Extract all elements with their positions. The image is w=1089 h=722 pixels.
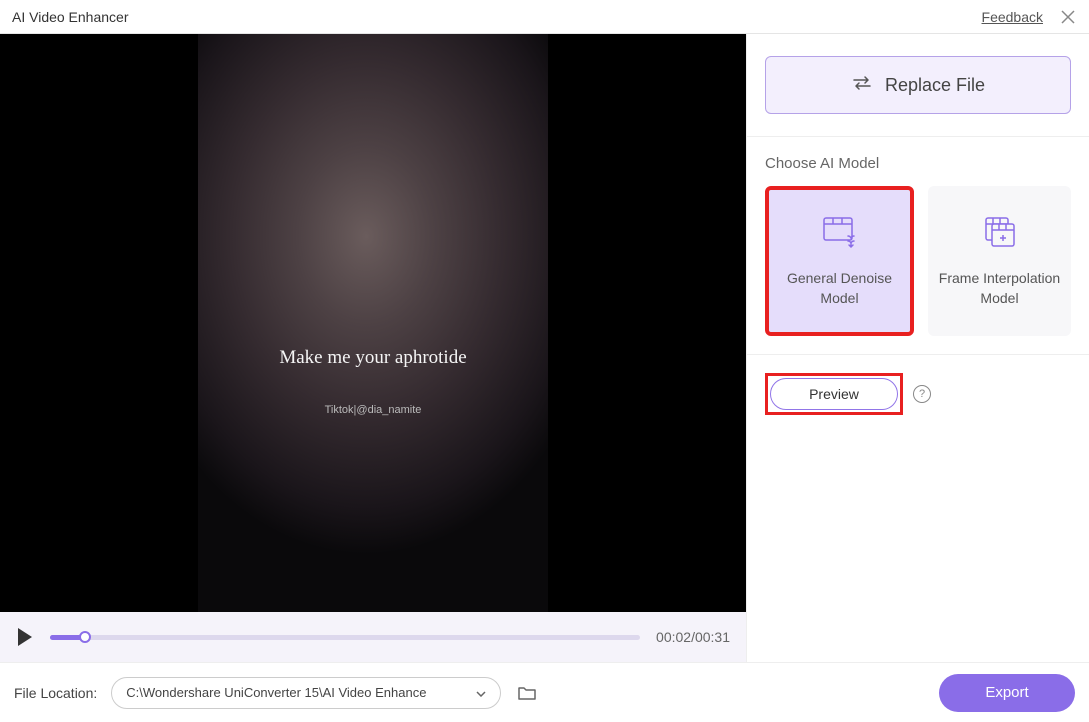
- chevron-down-icon: [476, 685, 486, 700]
- video-overlay-text: Make me your aphrotide: [279, 347, 466, 369]
- feedback-link[interactable]: Feedback: [982, 9, 1043, 25]
- player-bar: 00:02/00:31: [0, 612, 746, 662]
- footer: File Location: C:\Wondershare UniConvert…: [0, 662, 1089, 722]
- preview-highlight: Preview: [765, 373, 903, 415]
- preview-button[interactable]: Preview: [770, 378, 898, 410]
- file-location-select[interactable]: C:\Wondershare UniConverter 15\AI Video …: [111, 677, 501, 709]
- progress-slider[interactable]: [50, 635, 640, 640]
- model-cards: General Denoise Model Frame Interpolatio…: [765, 186, 1071, 336]
- video-overlay-credit: Tiktok|@dia_namite: [325, 404, 422, 416]
- preview-section: Preview ?: [747, 355, 1089, 433]
- replace-section: Replace File: [747, 34, 1089, 137]
- model-card-denoise[interactable]: General Denoise Model: [765, 186, 914, 336]
- model-card-interpolation[interactable]: Frame Interpolation Model: [928, 186, 1071, 336]
- preview-label: Preview: [809, 386, 859, 402]
- video-section: Make me your aphrotide Tiktok|@dia_namit…: [0, 34, 747, 662]
- header-actions: Feedback: [982, 8, 1077, 26]
- header: AI Video Enhancer Feedback: [0, 0, 1089, 34]
- model-label: Frame Interpolation Model: [937, 269, 1062, 308]
- video-canvas: Make me your aphrotide Tiktok|@dia_namit…: [0, 34, 746, 612]
- swap-icon: [851, 74, 873, 97]
- folder-icon[interactable]: [515, 681, 539, 705]
- main-area: Make me your aphrotide Tiktok|@dia_namit…: [0, 34, 1089, 662]
- file-location-label: File Location:: [14, 685, 97, 701]
- time-label: 00:02/00:31: [656, 629, 730, 645]
- interpolation-icon: [980, 214, 1020, 255]
- export-label: Export: [985, 684, 1028, 701]
- export-button[interactable]: Export: [939, 674, 1075, 712]
- video-frame: Make me your aphrotide Tiktok|@dia_namit…: [198, 34, 548, 612]
- file-path-text: C:\Wondershare UniConverter 15\AI Video …: [126, 685, 426, 700]
- replace-file-button[interactable]: Replace File: [765, 56, 1071, 114]
- denoise-icon: [820, 214, 860, 255]
- replace-file-label: Replace File: [885, 75, 985, 96]
- close-icon[interactable]: [1059, 8, 1077, 26]
- help-icon[interactable]: ?: [913, 385, 931, 403]
- sidebar: Replace File Choose AI Model General Den…: [747, 34, 1089, 662]
- progress-thumb[interactable]: [79, 631, 91, 643]
- model-section: Choose AI Model General Denoise Model Fr…: [747, 137, 1089, 355]
- model-label: General Denoise Model: [777, 269, 902, 308]
- play-icon[interactable]: [16, 627, 34, 647]
- choose-model-label: Choose AI Model: [765, 155, 1071, 172]
- app-title: AI Video Enhancer: [12, 9, 129, 25]
